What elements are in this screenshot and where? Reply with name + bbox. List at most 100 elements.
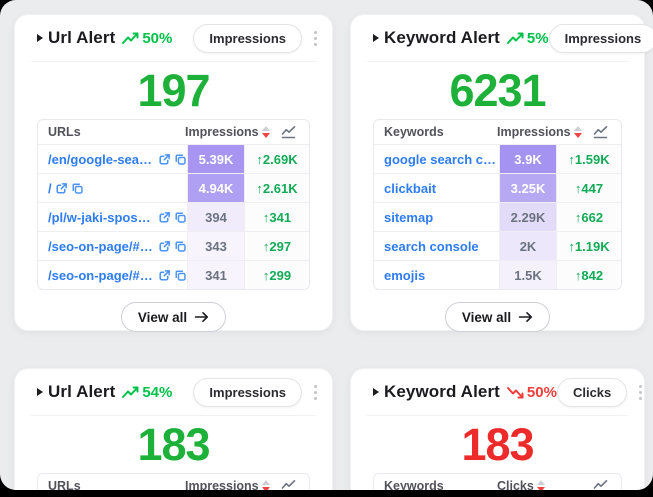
impressions-value: 2.29K — [499, 203, 557, 231]
change-value: ↑1.59K — [557, 145, 621, 173]
table-row[interactable]: /seo-on-page/#%C2... 341 ↑299 — [38, 260, 309, 289]
keyword-link[interactable]: emojis — [384, 268, 425, 283]
sort-icon[interactable] — [262, 480, 270, 490]
alert-count: 183 — [15, 416, 332, 473]
trend-percent: 50% — [527, 384, 557, 401]
trend-up-indicator: 54% — [122, 384, 172, 401]
metric-button[interactable]: Clicks — [557, 378, 627, 407]
sort-icon[interactable] — [262, 126, 270, 138]
table-row[interactable]: clickbait 3.25K ↑447 — [374, 173, 621, 202]
table-row[interactable]: emojis 1.5K ↑842 — [374, 260, 621, 289]
impressions-value: 2K — [499, 232, 557, 260]
impressions-value: 4.94K — [187, 174, 245, 202]
impressions-value: 3.9K — [499, 145, 557, 173]
external-link-icon[interactable] — [55, 182, 68, 195]
collapse-triangle-icon[interactable] — [37, 34, 43, 42]
keyword-alert-card-1: Keyword Alert 5% Impressions 6231 Keywor… — [350, 14, 645, 331]
url-link[interactable]: / — [48, 181, 52, 196]
impressions-value: 341 — [187, 261, 245, 289]
card-title: Url Alert — [48, 28, 115, 48]
url-link[interactable]: /seo-on-page/#%C2... — [48, 268, 155, 283]
impressions-value: 343 — [187, 232, 245, 260]
trend-percent: 54% — [142, 384, 172, 401]
metric-button[interactable]: Impressions — [193, 24, 302, 53]
table-row[interactable]: /pl/w-jaki-sposob-nal... 394 ↑341 — [38, 202, 309, 231]
collapse-triangle-icon[interactable] — [373, 34, 379, 42]
alert-table: URLs Impressions /en/google-search-c... … — [37, 119, 310, 290]
sort-icon[interactable] — [537, 480, 545, 490]
keyword-link[interactable]: google search console — [384, 152, 499, 167]
keyword-link[interactable]: clickbait — [384, 181, 436, 196]
card-header: Url Alert 54% Impressions — [15, 369, 332, 415]
copy-icon[interactable] — [174, 153, 187, 166]
line-chart-icon[interactable] — [593, 125, 608, 139]
trend-up-indicator: 5% — [507, 30, 549, 47]
table-row[interactable]: / 4.94K ↑2.61K — [38, 173, 309, 202]
line-chart-icon[interactable] — [281, 479, 296, 490]
name-column-header: Keywords — [374, 474, 497, 490]
table-header: Keywords Impressions — [374, 120, 621, 144]
metric-button[interactable]: Impressions — [193, 378, 302, 407]
trend-up-indicator: 50% — [122, 30, 172, 47]
value-column-header: Impressions — [185, 125, 259, 139]
keyword-link[interactable]: sitemap — [384, 210, 433, 225]
kebab-menu-icon[interactable] — [636, 381, 645, 404]
copy-icon[interactable] — [174, 240, 187, 253]
url-link[interactable]: /pl/w-jaki-sposob-nal... — [48, 210, 155, 225]
copy-icon[interactable] — [174, 211, 187, 224]
alert-table: URLs Impressions — [37, 473, 310, 490]
arrow-right-icon — [194, 311, 209, 323]
copy-icon[interactable] — [174, 269, 187, 282]
table-row[interactable]: /seo-on-page/#Facto... 343 ↑297 — [38, 231, 309, 260]
change-value: ↑297 — [245, 232, 309, 260]
copy-icon[interactable] — [71, 182, 84, 195]
line-chart-icon[interactable] — [593, 479, 608, 490]
card-header: Keyword Alert 50% Clicks — [351, 369, 644, 415]
view-all-button[interactable]: View all — [445, 302, 550, 332]
url-alert-card-1: Url Alert 50% Impressions 197 URLs Impre… — [14, 14, 333, 331]
alert-count: 183 — [351, 416, 644, 473]
change-value: ↑662 — [557, 203, 621, 231]
view-all-button[interactable]: View all — [121, 302, 226, 332]
alert-table: Keywords Impressions google search conso… — [373, 119, 622, 290]
change-value: ↑299 — [245, 261, 309, 289]
line-chart-icon[interactable] — [281, 125, 296, 139]
external-link-icon[interactable] — [158, 153, 171, 166]
kebab-menu-icon[interactable] — [311, 27, 320, 50]
table-header: URLs Impressions — [38, 120, 309, 144]
value-column-header: Impressions — [497, 125, 571, 139]
trending-up-icon — [507, 32, 524, 45]
external-link-icon[interactable] — [158, 269, 171, 282]
table-row[interactable]: search console 2K ↑1.19K — [374, 231, 621, 260]
collapse-triangle-icon[interactable] — [37, 388, 43, 396]
kebab-menu-icon[interactable] — [311, 381, 320, 404]
url-link[interactable]: /seo-on-page/#Facto... — [48, 239, 155, 254]
table-row[interactable]: /en/google-search-c... 5.39K ↑2.69K — [38, 144, 309, 173]
external-link-icon[interactable] — [158, 240, 171, 253]
change-value: ↑842 — [557, 261, 621, 289]
metric-button[interactable]: Impressions — [549, 24, 653, 53]
sort-icon[interactable] — [574, 126, 582, 138]
change-value: ↑341 — [245, 203, 309, 231]
impressions-value: 1.5K — [499, 261, 557, 289]
alert-count: 6231 — [351, 62, 644, 119]
url-link[interactable]: /en/google-search-c... — [48, 152, 155, 167]
table-row[interactable]: google search console 3.9K ↑1.59K — [374, 144, 621, 173]
card-title: Keyword Alert — [384, 382, 500, 402]
trend-percent: 50% — [142, 30, 172, 47]
value-column-header: Impressions — [185, 479, 259, 490]
keyword-link[interactable]: search console — [384, 239, 479, 254]
card-title: Keyword Alert — [384, 28, 500, 48]
card-header: Url Alert 50% Impressions — [15, 15, 332, 61]
url-alert-card-2: Url Alert 54% Impressions 183 URLs Impre… — [14, 368, 333, 490]
collapse-triangle-icon[interactable] — [373, 388, 379, 396]
change-value: ↑447 — [557, 174, 621, 202]
change-value: ↑2.69K — [245, 145, 309, 173]
value-column-header: Clicks — [497, 479, 534, 490]
card-header: Keyword Alert 5% Impressions — [351, 15, 644, 61]
trending-down-icon — [507, 386, 524, 399]
change-value: ↑1.19K — [557, 232, 621, 260]
external-link-icon[interactable] — [158, 211, 171, 224]
name-column-header: URLs — [38, 474, 185, 490]
table-row[interactable]: sitemap 2.29K ↑662 — [374, 202, 621, 231]
